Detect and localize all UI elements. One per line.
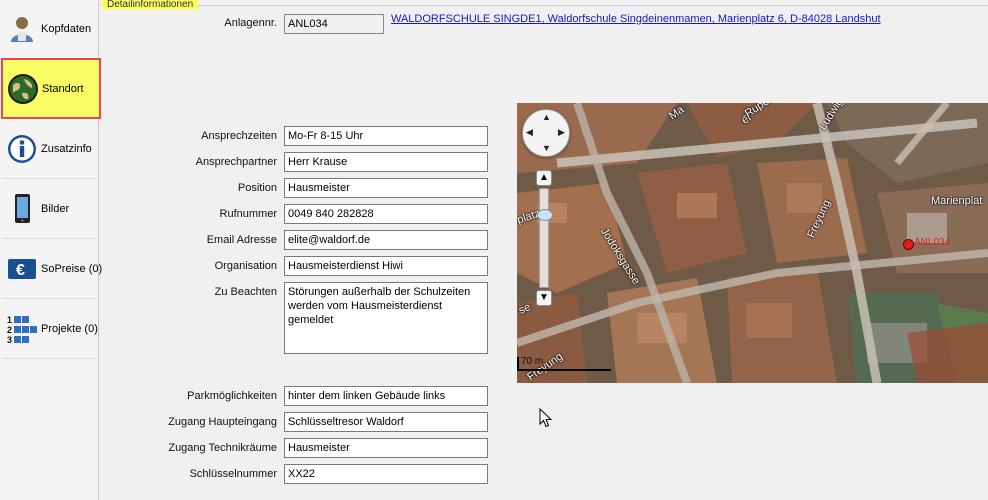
map-pan-control[interactable]: ▲ ▼ ◀ ▶ — [522, 109, 570, 157]
ansprechzeiten-label: Ansprechzeiten — [201, 130, 277, 142]
navigation-sidebar: Kopfdaten Standort Zusatzinfo Bilder € S… — [0, 0, 102, 500]
sidebar-item-label: Bilder — [41, 203, 70, 215]
sidebar-item-label: SoPreise (0) — [41, 263, 103, 275]
svg-text:1: 1 — [7, 315, 12, 325]
location-link[interactable]: WALDORFSCHULE SINGDE1, Waldorfschule Sin… — [391, 13, 881, 25]
group-frame-line — [100, 5, 988, 6]
pan-left-icon[interactable]: ◀ — [526, 127, 533, 138]
anlagennr-label: Anlagennr. — [224, 17, 277, 29]
street-label: Marienplat — [931, 195, 983, 207]
info-icon — [5, 132, 39, 166]
zugang-haupteingang-field[interactable]: Schlüsseltresor Waldorf — [284, 412, 488, 432]
sidebar-item-label: Projekte (0) — [41, 323, 98, 335]
ansprechpartner-field[interactable]: Herr Krause — [284, 152, 488, 172]
map-zoom-control: ▲ ▼ — [536, 170, 553, 306]
zoom-slider-thumb[interactable] — [537, 209, 553, 221]
zugang-technikraeume-field[interactable]: Hausmeister — [284, 438, 488, 458]
map-scale-bar: 70 m — [517, 356, 611, 371]
group-title: Detailinformationen — [102, 0, 199, 10]
svg-text:2: 2 — [7, 325, 12, 335]
position-label: Position — [237, 182, 277, 194]
email-label: Email Adresse — [206, 234, 277, 246]
zugang-haupteingang-label: Zugang Haupteingang — [168, 416, 277, 428]
position-field[interactable]: Hausmeister — [284, 178, 488, 198]
pan-down-icon[interactable]: ▼ — [542, 143, 551, 153]
euro-icon: € — [5, 252, 39, 286]
location-marker-icon[interactable] — [903, 239, 914, 250]
mouse-cursor-icon — [539, 408, 553, 428]
user-card-icon — [5, 12, 39, 46]
sidebar-item-bilder[interactable]: Bilder — [2, 180, 97, 239]
sidebar-item-label: Standort — [42, 82, 84, 95]
sidebar-item-kopfdaten[interactable]: Kopfdaten — [2, 0, 97, 59]
schluesselnummer-label: Schlüsselnummer — [189, 468, 277, 480]
parkmoeglichkeiten-field[interactable]: hinter dem linken Gebäude links — [284, 386, 488, 406]
organisation-label: Organisation — [214, 260, 277, 272]
map-view[interactable]: Ma er -Rupert-Mayer Weg Ludwigsstraße pl… — [517, 103, 988, 383]
sidebar-item-label: Kopfdaten — [41, 23, 92, 35]
location-marker-label: ANL034 — [914, 237, 951, 248]
zoom-in-button[interactable]: ▲ — [536, 170, 552, 186]
sidebar-item-projekte[interactable]: 1 2 3 Projekte (0) — [2, 300, 98, 359]
zoom-out-button[interactable]: ▼ — [536, 290, 552, 306]
parkmoeglichkeiten-label: Parkmöglichkeiten — [187, 390, 277, 402]
anlagennr-field: ANL034 — [284, 14, 384, 34]
sidebar-item-sopreise[interactable]: € SoPreise (0) — [2, 240, 102, 299]
map-scale-label: 70 m — [521, 356, 544, 367]
svg-text:€: € — [16, 262, 25, 279]
pan-right-icon[interactable]: ▶ — [558, 127, 565, 138]
organisation-field[interactable]: Hausmeisterdienst Hiwi — [284, 256, 488, 276]
ansprechzeiten-field[interactable]: Mo-Fr 8-15 Uhr — [284, 126, 488, 146]
zu-beachten-textarea[interactable]: Störungen außerhalb der Schulzeiten werd… — [284, 282, 488, 354]
sidebar-item-standort[interactable]: Standort — [1, 58, 101, 119]
zoom-slider[interactable] — [537, 188, 553, 288]
numbered-list-icon: 1 2 3 — [5, 312, 39, 346]
rufnummer-field[interactable]: 0049 840 282828 — [284, 204, 488, 224]
globe-icon — [6, 72, 40, 106]
ansprechpartner-label: Ansprechpartner — [195, 156, 277, 168]
pan-up-icon[interactable]: ▲ — [542, 112, 551, 122]
sidebar-item-zusatzinfo[interactable]: Zusatzinfo — [2, 120, 97, 179]
sidebar-item-label: Zusatzinfo — [41, 143, 92, 155]
svg-text:3: 3 — [7, 335, 12, 345]
zugang-technikraeume-label: Zugang Technikräume — [168, 442, 277, 454]
rufnummer-label: Rufnummer — [219, 208, 277, 220]
email-field[interactable]: elite@waldorf.de — [284, 230, 488, 250]
schluesselnummer-field[interactable]: XX22 — [284, 464, 488, 484]
zu-beachten-label: Zu Beachten — [214, 286, 277, 298]
phone-icon — [5, 192, 39, 226]
